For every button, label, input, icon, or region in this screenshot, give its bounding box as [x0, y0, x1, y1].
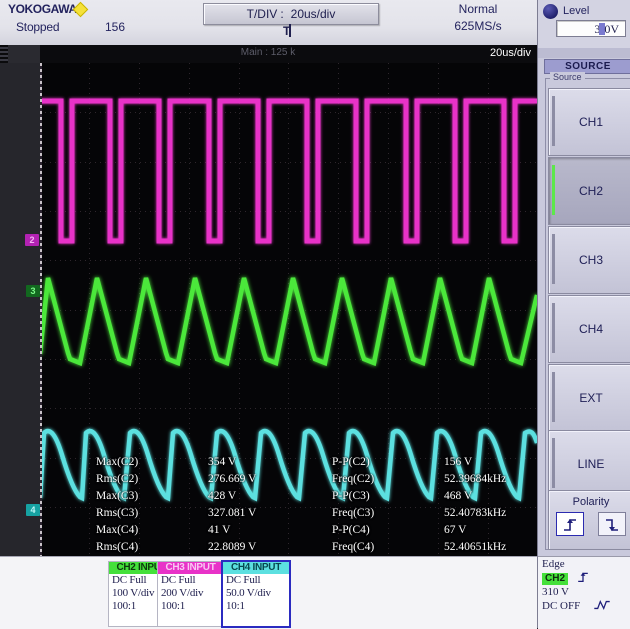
- source-button-label: CH1: [578, 115, 603, 129]
- plot-area[interactable]: Max(C2) 354 V P-P(C2) 156 V Rms(C2) 276.…: [40, 63, 537, 556]
- polarity-falling-button[interactable]: [598, 512, 626, 536]
- level-value-post: 0V: [604, 22, 619, 36]
- source-indicator: [552, 438, 555, 488]
- channel-coupling: DC Full: [161, 574, 196, 586]
- ch3-ground-marker[interactable]: 3: [26, 285, 40, 297]
- tdiv-value: 20us/div: [290, 7, 336, 21]
- source-button-ch3[interactable]: CH3: [548, 226, 630, 294]
- channel-card-ch4[interactable]: CH4 INPUT DC Full 50.0 V/div 10:1: [221, 560, 291, 628]
- tdiv-readout: 20us/div: [490, 47, 531, 59]
- trigger-source-badge: CH2: [542, 573, 569, 585]
- waveform-screen[interactable]: 2 3 4 Max(C2) 354 V P-P(C2) 156 V Rms(C2…: [0, 63, 537, 556]
- brand-logo: YOKOGAWA: [8, 2, 77, 16]
- source-indicator: [552, 96, 555, 146]
- channel-scale: 50.0 V/div: [226, 587, 271, 599]
- source-button-line[interactable]: LINE: [548, 430, 630, 498]
- source-indicator: [552, 372, 555, 422]
- source-indicator: [552, 234, 555, 284]
- trigger-type: Edge: [542, 558, 565, 570]
- polarity-section: Polarity: [548, 490, 630, 550]
- top-header-bar: YOKOGAWA Stopped 156 T/DIV : 20us/div T …: [0, 0, 537, 46]
- channel-coupling: DC Full: [226, 574, 261, 586]
- trigger-count: 156: [105, 20, 126, 34]
- rising-edge-icon: [564, 518, 576, 531]
- ch4-ground-marker[interactable]: 4: [26, 504, 40, 516]
- channel-probe: 100:1: [161, 600, 186, 612]
- ch4-cyan-trace: [40, 428, 537, 502]
- ch3-magenta-trace: [40, 98, 537, 244]
- trigger-position-marker: T: [283, 24, 292, 38]
- channel-card-title: CH4 INPUT: [223, 562, 289, 574]
- trigger-type-row: Edge: [538, 557, 630, 571]
- memory-info-bar: Main : 125 k 20us/div: [0, 45, 537, 63]
- sample-rate: 625MS/s: [454, 19, 502, 33]
- source-indicator: [552, 165, 555, 215]
- channel-scale: 200 V/div: [161, 587, 204, 599]
- channel-settings-bar: CH2 INPUT DC Full 100 V/div 100:1 CH3 IN…: [0, 556, 537, 629]
- trigger-level-input[interactable]: 3 0V: [556, 20, 626, 37]
- falling-edge-icon: [606, 518, 618, 531]
- trigger-level-row: 310 V: [538, 585, 630, 599]
- waveform-traces: [40, 98, 537, 502]
- trigger-source-row: CH2: [538, 571, 630, 585]
- source-button-ext[interactable]: EXT: [548, 364, 630, 432]
- acquisition-status: Stopped: [16, 20, 60, 34]
- trigger-coupling-row: DC OFF: [538, 599, 630, 613]
- source-button-ch4[interactable]: CH4: [548, 295, 630, 363]
- trigger-summary-panel: Edge CH2 310 V DC OFF: [538, 556, 630, 629]
- channel-card-title: CH3 INPUT: [158, 562, 223, 574]
- ch2-ground-marker[interactable]: 2: [25, 234, 39, 246]
- trigger-level-section: Level 3 0V: [538, 0, 630, 48]
- source-group-legend: Source: [550, 72, 585, 82]
- polarity-label: Polarity: [572, 496, 610, 508]
- trigger-coupling: DC OFF: [542, 600, 581, 612]
- level-knob-icon[interactable]: [543, 4, 558, 19]
- source-button-label: CH4: [578, 322, 603, 336]
- source-button-label: CH2: [578, 184, 603, 198]
- noise-reject-icon: [594, 599, 610, 611]
- time-per-division-button[interactable]: T/DIV : 20us/div: [203, 3, 379, 25]
- source-indicator: [552, 303, 555, 353]
- tdiv-label: T/DIV: [246, 7, 278, 21]
- source-button-label: EXT: [579, 391, 603, 405]
- source-button-ch1[interactable]: CH1: [548, 88, 630, 156]
- trigger-reference-line[interactable]: [40, 63, 42, 556]
- trigger-mode: Normal: [458, 2, 498, 16]
- right-side-panel: Level 30V SOURCE Source CH1 CH2 CH3 CH4: [537, 0, 630, 629]
- panel-divider: [538, 48, 630, 58]
- trigger-level-value: 310 V: [542, 586, 569, 598]
- source-button-ch2[interactable]: CH2: [548, 157, 630, 225]
- level-label: Level: [563, 5, 590, 17]
- channel-probe: 10:1: [226, 600, 245, 612]
- ch2-green-trace: [40, 277, 537, 367]
- source-button-label: LINE: [577, 457, 605, 471]
- polarity-rising-button[interactable]: [556, 512, 584, 536]
- tdiv-colon: :: [280, 7, 284, 21]
- source-button-label: CH3: [578, 253, 603, 267]
- channel-card-ch3[interactable]: CH3 INPUT DC Full 200 V/div 100:1: [157, 561, 224, 627]
- memory-length: Main : 125 k: [240, 47, 296, 58]
- rising-edge-icon: [577, 572, 588, 583]
